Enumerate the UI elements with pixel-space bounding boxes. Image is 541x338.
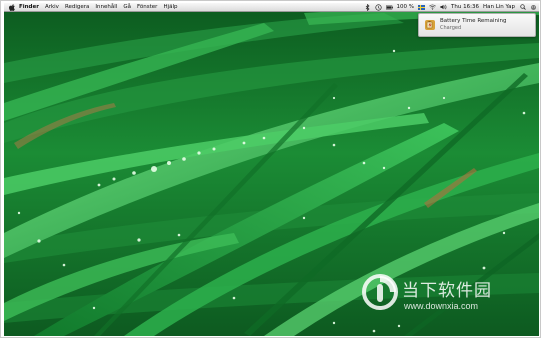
notification-text: Battery Time Remaining Charged — [440, 18, 507, 32]
menu-hjalp[interactable]: Hjälp — [160, 3, 180, 12]
menu-innehall[interactable]: Innehåll — [92, 3, 120, 12]
watermark-url: www.downxia.com — [404, 301, 479, 311]
battery-icon[interactable] — [385, 4, 393, 11]
user-name[interactable]: Han Lin Yap — [481, 3, 517, 12]
watermark: 当下软件园 www.downxia.com — [360, 270, 530, 320]
flag-icon[interactable] — [418, 4, 426, 11]
menu-ga[interactable]: Gå — [120, 3, 134, 12]
notification-title: Battery Time Remaining — [440, 18, 507, 24]
status-menus: 100 % Thu 16:36 Han Lin Yap — [362, 3, 539, 12]
battery-percent[interactable]: 100 % — [395, 3, 416, 12]
menu-bar: Finder Arkiv Redigera Innehåll Gå Fönste… — [4, 3, 539, 12]
menu-arkiv[interactable]: Arkiv — [42, 3, 62, 12]
growl-icon[interactable] — [530, 4, 537, 11]
desktop: Finder Arkiv Redigera Innehåll Gå Fönste… — [4, 3, 539, 336]
menu-finder[interactable]: Finder — [16, 3, 42, 12]
bluetooth-icon[interactable] — [364, 3, 371, 11]
volume-icon[interactable] — [440, 4, 447, 11]
menu-fonster[interactable]: Fönster — [134, 3, 161, 12]
battery-notification-icon — [424, 19, 436, 31]
screenshot-frame: Finder Arkiv Redigera Innehåll Gå Fönste… — [0, 0, 541, 338]
notification-subtitle: Charged — [440, 25, 462, 31]
spotlight-search-icon[interactable] — [519, 4, 526, 11]
watermark-text: 当下软件园 — [402, 281, 492, 301]
wifi-icon[interactable] — [429, 4, 436, 11]
apple-menu-icon[interactable] — [8, 3, 16, 12]
battery-notification[interactable]: Battery Time Remaining Charged — [418, 13, 536, 37]
time-machine-icon[interactable] — [374, 3, 382, 11]
menu-redigera[interactable]: Redigera — [62, 3, 92, 12]
menu-clock[interactable]: Thu 16:36 — [449, 3, 481, 12]
watermark-logo-icon — [362, 274, 398, 310]
